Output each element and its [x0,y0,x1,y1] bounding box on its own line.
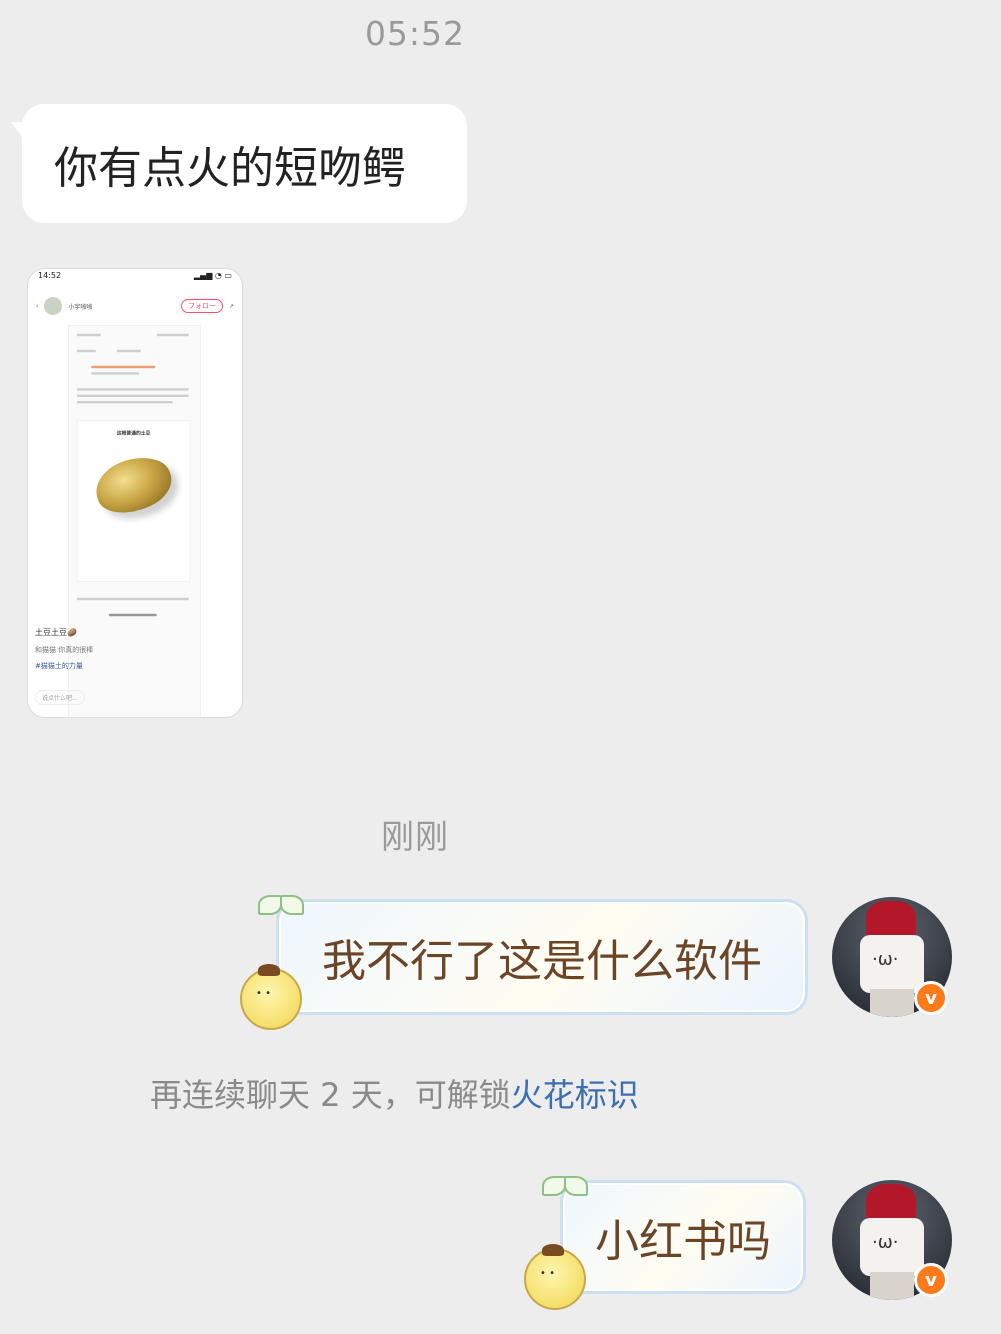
spark-badge-link[interactable]: 火花标识 [511,1076,639,1114]
screenshot-status-time: 14:52 [38,271,62,280]
streak-notice-text: 再连续聊天 2 天，可解锁 [150,1076,511,1114]
bow-decoration [258,892,304,918]
screenshot-status-bar: 14:52 ▂▄▆ ◔ ▭ [38,271,232,283]
timestamp: 05:52 [364,14,466,53]
screenshot-caption-secondary: 和猫猫 你真的很棒 [35,646,94,654]
pompompurin-sticker [240,964,302,1030]
outgoing-message-text: 我不行了这是什么软件 [322,936,762,987]
outgoing-message-text: 小红书吗 [595,1216,771,1267]
screenshot-follow-button: フォロー [180,299,223,313]
pompompurin-sticker [524,1244,586,1310]
signal-icon: ▂▄▆ ◔ ▭ [193,271,232,280]
outgoing-message-bubble[interactable]: 小红书吗 [560,1180,806,1294]
back-icon: ‹ [36,302,39,310]
screenshot-author-name: 小宇啪啪 [68,303,93,311]
screenshot-card-title: 这根普通的土豆 [116,430,151,437]
screenshot-author-avatar [44,297,63,315]
incoming-message-bubble[interactable]: 你有点火的短吻鳄 [11,104,467,223]
screenshot-nested-post: 这根普通的土豆 [68,325,201,717]
screenshot-header: ‹ 小宇啪啪 フォロー ↗ [36,295,234,317]
bow-decoration [542,1173,588,1199]
verified-badge-icon: v [914,1263,948,1297]
verified-badge-icon: v [914,981,948,1015]
outgoing-message-bubble[interactable]: 我不行了这是什么软件 [276,899,808,1015]
streak-notice: 再连续聊天 2 天，可解锁火花标识 [150,1070,639,1116]
screenshot-hashtag: #猫猫土的力量 [35,662,83,670]
timestamp-recent: 刚刚 [381,817,449,856]
screenshot-comment-field: 说点什么吧… [35,690,86,705]
screenshot-caption: 土豆土豆🥔 [35,628,77,637]
screenshot-potato-card: 这根普通的土豆 [76,420,191,582]
share-icon: ↗ [228,302,234,310]
potato-image [89,448,179,522]
shared-screenshot-image[interactable]: 14:52 ▂▄▆ ◔ ▭ ‹ 小宇啪啪 フォロー ↗ 这根普通的土豆 土豆土豆… [27,268,243,718]
incoming-message-text: 你有点火的短吻鳄 [54,142,406,194]
